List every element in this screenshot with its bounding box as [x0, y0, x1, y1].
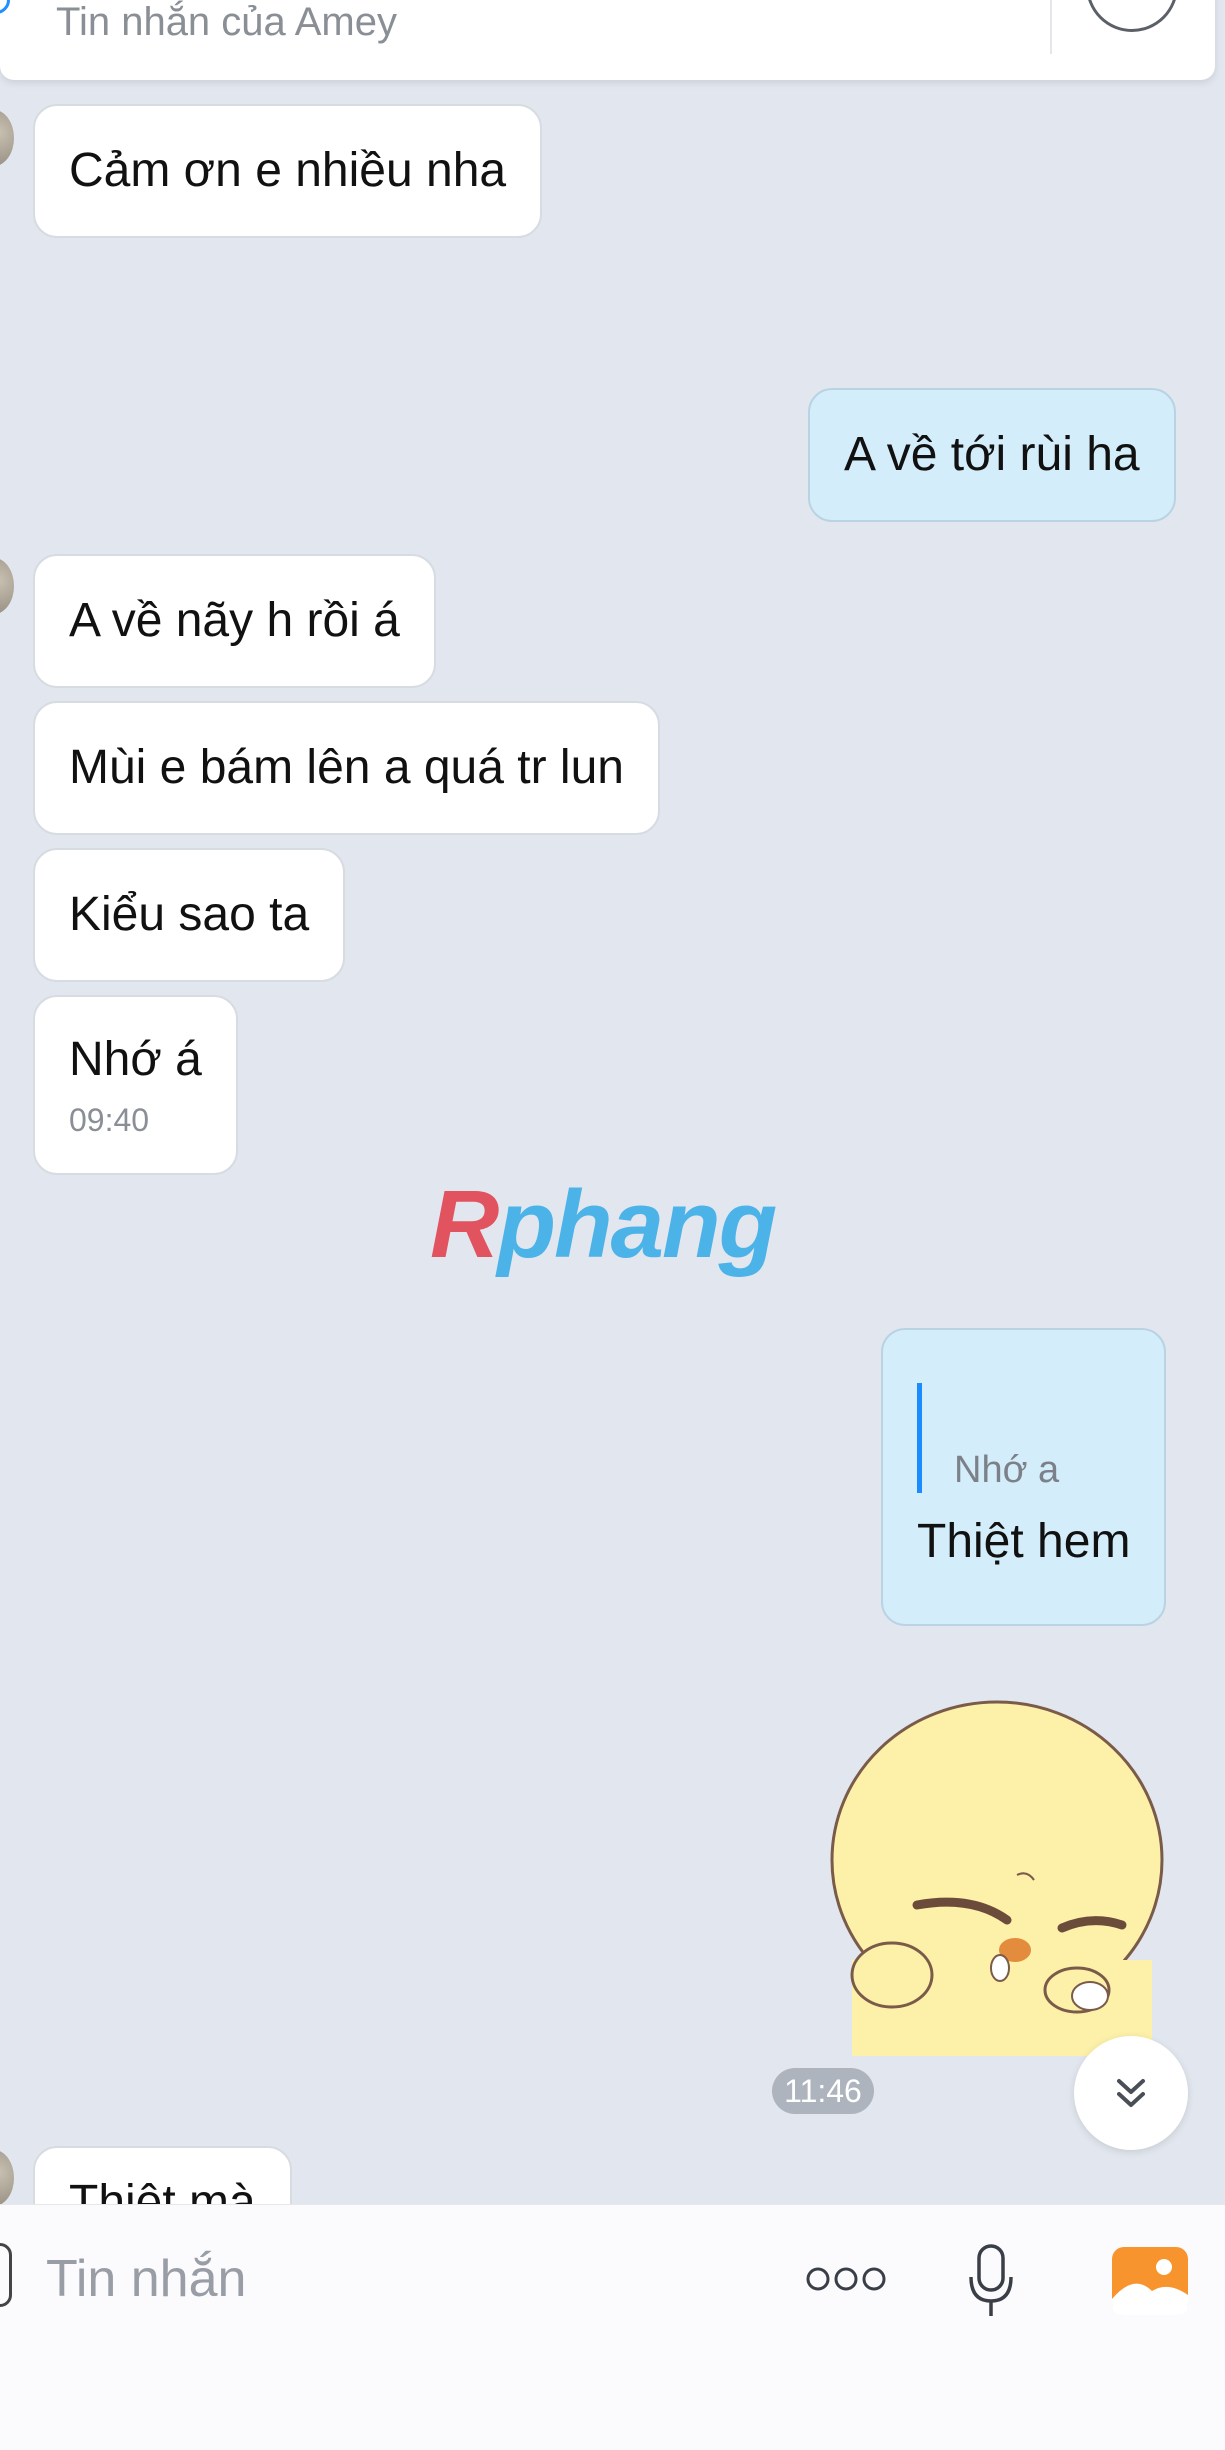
header-divider: [1050, 0, 1052, 54]
message-text: Kiểu sao ta: [69, 888, 310, 942]
contact-avatar[interactable]: [0, 558, 14, 614]
message-text: A về tới rùi ha: [844, 428, 1140, 482]
sticker-crying-chick[interactable]: [822, 1700, 1172, 2056]
message-bubble-sent[interactable]: A về tới rùi ha: [808, 388, 1176, 522]
message-bubble-received[interactable]: Cảm ơn e nhiều nha: [33, 104, 543, 238]
message-text: Thiệt hem: [917, 1515, 1131, 1569]
header-action-button[interactable]: [1086, 0, 1178, 32]
message-time: 11:46: [772, 2068, 874, 2114]
message-bubble-received[interactable]: Mùi e bám lên a quá tr lun: [33, 701, 660, 835]
message-text: Cảm ơn e nhiều nha: [69, 144, 507, 198]
watermark-logo: Rphang: [430, 1171, 777, 1278]
quoted-message[interactable]: Nhớ a: [917, 1383, 1060, 1494]
message-time: 09:40: [69, 1101, 150, 1138]
quoted-text: Nhớ a: [954, 1448, 1060, 1491]
mic-icon[interactable]: [966, 2243, 1016, 2319]
message-input[interactable]: Tin nhắn: [46, 2249, 246, 2309]
message-text: A về nãy h rồi á: [69, 594, 400, 648]
emoji-icon[interactable]: [0, 2243, 12, 2307]
back-icon[interactable]: [0, 0, 10, 14]
more-icon[interactable]: [804, 2265, 888, 2293]
double-chevron-down-icon: [1117, 2079, 1145, 2107]
message-bubble-received[interactable]: A về nãy h rồi á: [33, 554, 436, 688]
header-placeholder: Tin nhắn của Amey: [56, 0, 397, 44]
message-bubble-sent-reply[interactable]: Nhớ a Thiệt hem: [881, 1328, 1167, 1626]
contact-avatar[interactable]: [0, 110, 14, 166]
message-bubble-received[interactable]: Nhớ á 09:40: [33, 995, 238, 1175]
top-card[interactable]: Tin nhắn của Amey: [0, 0, 1215, 80]
message-bubble-received[interactable]: Kiểu sao ta: [33, 848, 346, 982]
message-text: Mùi e bám lên a quá tr lun: [69, 741, 624, 795]
composer-bar: Tin nhắn: [0, 2204, 1225, 2450]
message-text: Nhớ á: [69, 1033, 202, 1086]
scroll-down-button[interactable]: [1074, 2036, 1188, 2150]
image-icon[interactable]: [1112, 2247, 1188, 2315]
contact-avatar[interactable]: [0, 2150, 14, 2206]
